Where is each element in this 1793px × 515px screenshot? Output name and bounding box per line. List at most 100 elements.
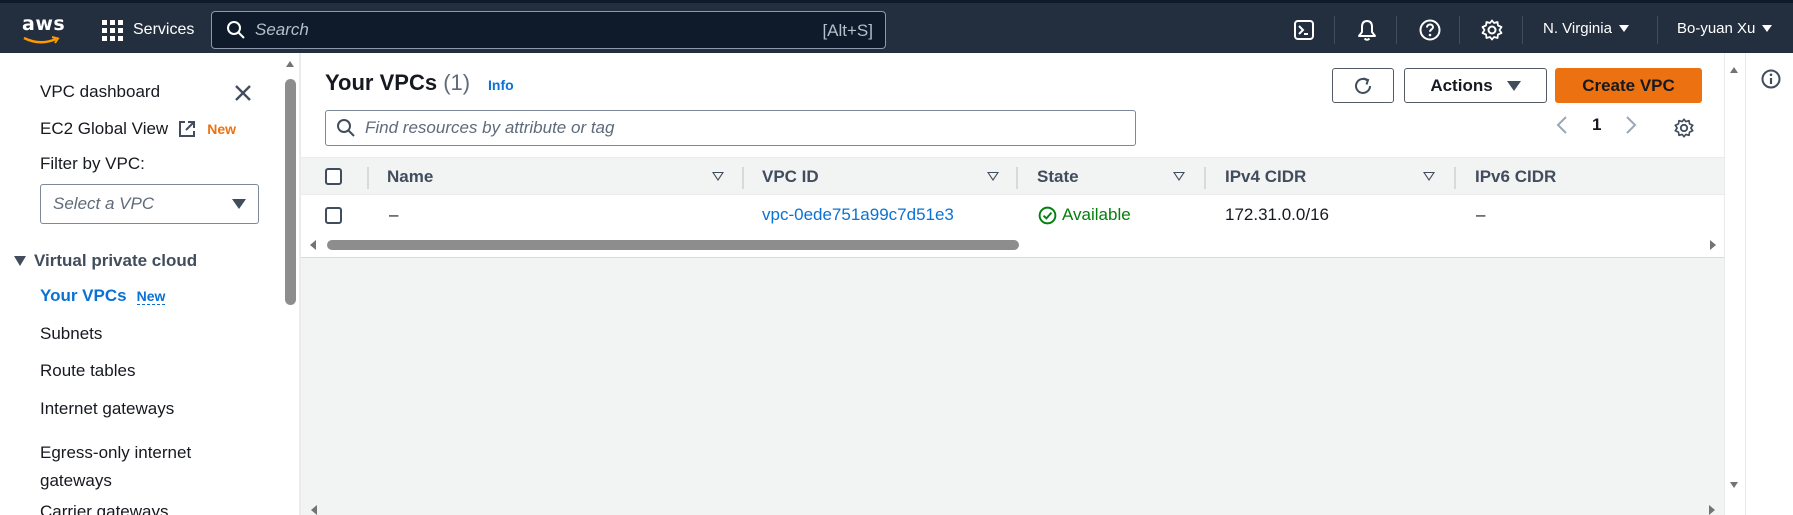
top-navigation: aws Services [Alt+S] (0, 0, 1793, 53)
close-icon[interactable] (233, 83, 253, 103)
sidebar-item-egress-only-internet-gateways[interactable]: Egress-only internet gateways (40, 439, 240, 495)
scroll-left-arrow[interactable] (311, 505, 317, 515)
section-label: Virtual private cloud (34, 251, 198, 270)
title-text: Your VPCs (325, 70, 438, 95)
sort-icon[interactable] (987, 172, 999, 181)
actions-button[interactable]: Actions (1404, 68, 1547, 103)
sidebar-scrollbar[interactable] (283, 53, 298, 515)
tools-panel-rail (1745, 53, 1793, 515)
search-input[interactable] (255, 20, 795, 40)
aws-smile-icon (23, 36, 60, 44)
region-selector[interactable]: N. Virginia (1543, 20, 1629, 37)
page-vertical-scrollbar[interactable] (1724, 53, 1744, 515)
settings-icon[interactable] (1480, 18, 1504, 42)
table-row[interactable]: – vpc-0ede751a99c7d51e3 Available 172.31… (301, 196, 1724, 234)
page-number[interactable]: 1 (1592, 115, 1601, 135)
global-search[interactable]: [Alt+S] (211, 11, 886, 49)
notifications-icon[interactable] (1355, 18, 1379, 42)
filter-input[interactable] (365, 118, 1125, 138)
column-header-name[interactable]: Name (387, 167, 433, 187)
refresh-icon (1355, 77, 1371, 94)
column-divider (742, 167, 744, 189)
nav-divider (1334, 16, 1335, 44)
table-filter[interactable] (325, 110, 1136, 146)
sidebar-item-ec2-global-view[interactable]: EC2 Global View New (40, 119, 236, 139)
sidebar-item-subnets[interactable]: Subnets (40, 324, 102, 344)
page-title: Your VPCs (1) (325, 70, 470, 96)
scroll-right-arrow[interactable] (1709, 505, 1715, 515)
nav-divider (1459, 16, 1460, 44)
search-icon (337, 119, 355, 137)
services-grid-icon (101, 19, 123, 41)
scroll-right-arrow[interactable] (1710, 240, 1716, 250)
sidebar-item-route-tables[interactable]: Route tables (40, 361, 135, 381)
pagination: 1 (1556, 115, 1637, 135)
cell-state: Available (1038, 205, 1131, 225)
caret-down-icon (232, 199, 246, 209)
scroll-left-arrow[interactable] (310, 240, 316, 250)
account-menu[interactable]: Bo-yuan Xu (1677, 20, 1773, 37)
aws-logo-text: aws (22, 13, 66, 35)
new-badge[interactable]: New (136, 288, 166, 305)
status-success-icon (1038, 206, 1057, 224)
info-link[interactable]: Info (488, 77, 514, 93)
column-divider (1454, 167, 1456, 189)
chevron-right-icon[interactable] (1625, 115, 1637, 135)
column-header-vpc-id[interactable]: VPC ID (762, 167, 819, 187)
sort-icon[interactable] (1423, 172, 1435, 181)
scroll-down-arrow[interactable] (1730, 482, 1738, 488)
column-divider (367, 167, 369, 189)
side-navigation: VPC dashboard EC2 Global View New Filter… (0, 53, 285, 515)
sidebar-item-your-vpcs[interactable]: Your VPCs New (40, 286, 166, 306)
search-shortcut-hint: [Alt+S] (822, 21, 873, 40)
column-header-ipv6-cidr[interactable]: IPv6 CIDR (1475, 167, 1556, 187)
column-header-state[interactable]: State (1037, 167, 1079, 187)
refresh-button[interactable] (1332, 68, 1394, 103)
scroll-up-arrow[interactable] (286, 61, 294, 67)
caret-down-icon (14, 256, 26, 266)
vpc-count: (1) (443, 70, 471, 95)
row-checkbox[interactable] (325, 207, 342, 224)
new-badge: New (207, 121, 236, 137)
cell-ipv4-cidr: 172.31.0.0/16 (1225, 205, 1329, 224)
cell-vpc-id-link[interactable]: vpc-0ede751a99c7d51e3 (762, 205, 954, 225)
nav-divider (1657, 16, 1658, 44)
sort-icon[interactable] (712, 172, 724, 181)
cloudshell-icon[interactable] (1292, 18, 1316, 42)
section-virtual-private-cloud[interactable]: Virtual private cloud (14, 251, 197, 271)
info-icon[interactable] (1761, 69, 1781, 89)
filter-by-vpc-label: Filter by VPC: (40, 154, 145, 173)
caret-down-icon (1506, 80, 1521, 91)
scroll-up-arrow[interactable] (1730, 67, 1738, 73)
table-preferences-icon[interactable] (1673, 117, 1695, 139)
sidebar-item-carrier-gateways[interactable]: Carrier gateways (40, 502, 169, 515)
services-label: Services (133, 21, 195, 38)
vpc-filter-select[interactable]: Select a VPC (40, 184, 259, 224)
vpc-select-placeholder: Select a VPC (53, 194, 155, 213)
nav-divider (1396, 16, 1397, 44)
external-link-icon (179, 121, 196, 137)
column-header-ipv4-cidr[interactable]: IPv4 CIDR (1225, 167, 1306, 187)
sidebar-item-label: EC2 Global View (40, 119, 169, 138)
table-horizontal-scrollbar[interactable] (301, 234, 1724, 254)
select-all-checkbox[interactable] (325, 168, 342, 185)
search-icon (227, 21, 245, 39)
scrollbar-thumb[interactable] (327, 240, 1019, 250)
scrollbar-thumb[interactable] (285, 79, 296, 305)
chevron-down-icon (1762, 25, 1773, 32)
help-icon[interactable] (1418, 18, 1442, 42)
sort-icon[interactable] (1173, 172, 1185, 181)
create-vpc-button[interactable]: Create VPC (1555, 68, 1702, 103)
main-content: Your VPCs (1) Info Actions Create VPC Fi… (301, 53, 1724, 515)
user-name: Bo-yuan Xu (1677, 20, 1756, 37)
column-divider (1016, 167, 1018, 189)
sidebar-item-vpc-dashboard[interactable]: VPC dashboard (40, 82, 160, 102)
nav-divider (1522, 16, 1523, 44)
sidebar-item-internet-gateways[interactable]: Internet gateways (40, 399, 174, 419)
column-divider (1204, 167, 1206, 189)
services-button[interactable]: Services (101, 16, 194, 44)
sidebar-item-label: Your VPCs (40, 286, 127, 305)
aws-logo[interactable]: aws (20, 11, 66, 47)
region-label: N. Virginia (1543, 20, 1612, 37)
chevron-left-icon[interactable] (1556, 115, 1568, 135)
